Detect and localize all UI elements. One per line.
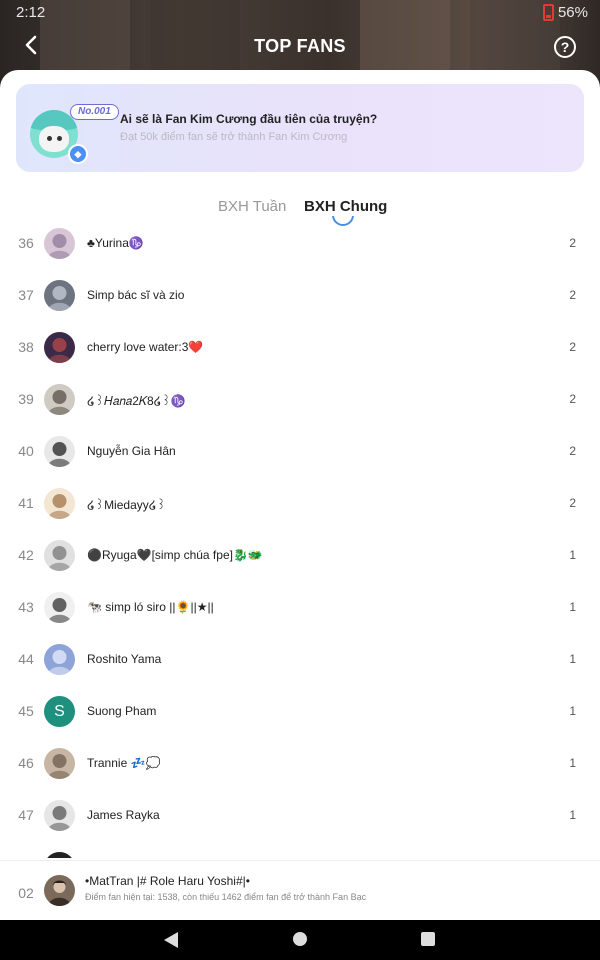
table-row[interactable]: 44 Roshito Yama 1 — [0, 634, 600, 686]
rank-badge: No.001 — [70, 104, 119, 120]
diamond-fan-banner: ◆ No.001 Ai sẽ là Fan Kim Cương đầu tiên… — [16, 84, 584, 172]
fan-score: 1 — [569, 652, 576, 666]
active-tab-indicator — [332, 216, 354, 226]
table-row[interactable]: 36 ♣Yurina♑ 2 — [0, 226, 600, 270]
question-circle-icon: ? — [560, 39, 570, 55]
fan-name: cherry love water:3❤️ — [87, 340, 204, 354]
tab-weekly[interactable]: BXH Tuần — [218, 198, 286, 215]
my-progress-text: Điểm fan hiện tại: 1538, còn thiếu 1462 … — [85, 892, 367, 902]
table-row[interactable]: 41 ໒꒱Miedayy໒꒱ 2 — [0, 478, 600, 530]
table-row[interactable]: 43 🐄 simp ló siro ||🌻||★|| 1 — [0, 582, 600, 634]
fan-score: 1 — [569, 548, 576, 562]
fan-score: 2 — [569, 288, 576, 302]
battery-level: 56% — [557, 4, 588, 21]
fan-rank: 37 — [18, 287, 34, 303]
system-nav-bar — [0, 920, 600, 960]
fan-name: ♣Yurina♑ — [87, 236, 144, 250]
top-fans-sheet: ◆ No.001 Ai sẽ là Fan Kim Cương đầu tiên… — [0, 70, 600, 920]
fan-score: 1 — [569, 756, 576, 770]
battery-indicator: 56% — [542, 4, 588, 21]
status-time: 2:12 — [16, 4, 46, 21]
fan-score: 1 — [569, 704, 576, 718]
fan-rank: 46 — [18, 755, 34, 771]
fan-rank: 44 — [18, 651, 34, 667]
my-avatar — [44, 875, 75, 906]
page-title: TOP FANS — [254, 36, 346, 56]
table-row[interactable]: 37 Simp bác sĩ và zio 2 — [0, 270, 600, 322]
fan-rank: 45 — [18, 703, 34, 719]
fan-avatar — [44, 852, 75, 858]
fan-name: ⚫Ryuga🖤[simp chúa fpe]🐉🐲 — [87, 548, 263, 562]
banner-headline: Ai sẽ là Fan Kim Cương đầu tiên của truy… — [120, 112, 378, 126]
table-row[interactable]: 39 ໒꒱𝐻𝑎𝑛𝑎2𝐾8໒꒱♑ 2 — [0, 374, 600, 426]
my-name: •MatTran |# Role Haru Yoshi#|• — [85, 874, 250, 888]
ranking-tabs: BXH Tuần BXH Chung — [0, 190, 600, 230]
fan-name: Simp bác sĩ và zio — [87, 288, 185, 302]
fan-name: Suong Pham — [87, 704, 157, 718]
fan-score: 2 — [569, 236, 576, 250]
battery-icon — [542, 4, 554, 21]
table-row[interactable]: 46 Trannie 💤💭 1 — [0, 738, 600, 790]
nav-recent-icon[interactable] — [421, 932, 435, 946]
nav-home-icon[interactable] — [293, 932, 307, 946]
fan-avatar — [44, 488, 75, 519]
fan-name: James Rayka — [87, 808, 160, 822]
fan-avatar — [44, 748, 75, 779]
fan-avatar — [44, 540, 75, 571]
fan-rank: 38 — [18, 339, 34, 355]
tab-overall[interactable]: BXH Chung — [304, 198, 387, 215]
my-rank-row: 02 •MatTran |# Role Haru Yoshi#|• Điểm f… — [0, 860, 600, 920]
fan-score: 1 — [569, 600, 576, 614]
leaderboard-list[interactable]: 36 ♣Yurina♑ 2 37 Simp bác sĩ và zio 2 38 cherry… — [0, 226, 600, 858]
avatar-initial: S — [54, 703, 65, 720]
table-row[interactable]: 48M tin t vạch cu M ra hu k?1 — [0, 842, 600, 858]
fan-avatar: S — [44, 696, 75, 727]
fan-name: Nguyễn Gia Hân — [87, 444, 176, 458]
table-row[interactable]: 40 Nguyễn Gia Hân 2 — [0, 426, 600, 478]
fan-avatar — [44, 436, 75, 467]
fan-score: 2 — [569, 496, 576, 510]
fan-rank: 47 — [18, 807, 34, 823]
help-button[interactable]: ? — [554, 36, 576, 58]
my-rank: 02 — [18, 885, 34, 901]
fan-score: 1 — [569, 808, 576, 822]
table-row[interactable]: 45 S Suong Pham 1 — [0, 686, 600, 738]
fan-avatar — [44, 332, 75, 363]
banner-subtext: Đạt 50k điểm fan sẽ trở thành Fan Kim Cư… — [120, 131, 348, 143]
fan-rank: 43 — [18, 599, 34, 615]
fan-avatar — [44, 800, 75, 831]
fan-name: 🐄 simp ló siro ||🌻||★|| — [87, 600, 214, 614]
table-row[interactable]: 47 James Rayka 1 — [0, 790, 600, 842]
fan-score: 2 — [569, 392, 576, 406]
fan-name: ໒꒱𝐻𝑎𝑛𝑎2𝐾8໒꒱♑ — [87, 394, 186, 408]
fan-name: Roshito Yama — [87, 652, 162, 666]
fan-name: Trannie 💤💭 — [87, 756, 161, 770]
fan-score: 2 — [569, 340, 576, 354]
fan-score: 2 — [569, 444, 576, 458]
fan-rank: 39 — [18, 391, 34, 407]
status-bar: 2:12 56% — [0, 0, 600, 26]
fan-avatar — [44, 384, 75, 415]
fan-avatar — [44, 228, 75, 259]
fan-name: ໒꒱Miedayy໒꒱ — [87, 498, 166, 512]
nav-back-icon[interactable] — [164, 932, 178, 948]
table-row[interactable]: 42 ⚫Ryuga🖤[simp chúa fpe]🐉🐲 1 — [0, 530, 600, 582]
fan-avatar — [44, 592, 75, 623]
fan-rank: 40 — [18, 443, 34, 459]
table-row[interactable]: 38 cherry love water:3❤️ 2 — [0, 322, 600, 374]
fan-rank: 42 — [18, 547, 34, 563]
fan-avatar — [44, 644, 75, 675]
fan-rank: 41 — [18, 495, 34, 511]
fan-avatar — [44, 280, 75, 311]
diamond-badge-icon: ◆ — [68, 144, 88, 164]
fan-rank: 36 — [18, 235, 34, 251]
